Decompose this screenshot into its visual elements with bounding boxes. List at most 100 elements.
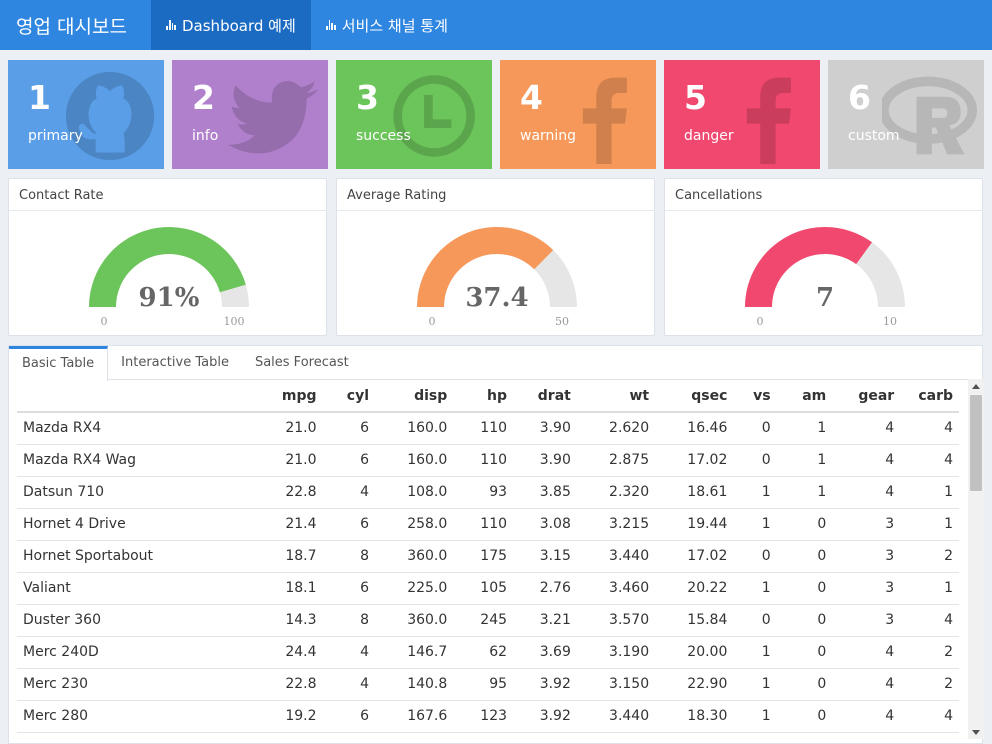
facebook-icon	[746, 77, 791, 164]
gauge-value: 91%	[139, 283, 200, 313]
valuebox-custom: 6 custom	[828, 60, 984, 169]
valuebox-warning: 4 warning	[500, 60, 656, 169]
cell-hp: 110	[453, 508, 514, 541]
table-scrollbar[interactable]	[968, 379, 984, 739]
cell-disp: 360.0	[375, 604, 454, 637]
tab-interactive-table[interactable]: Interactive Table	[108, 346, 242, 379]
table-row: Mazda RX4 Wag 21.0 6 160.0 110 3.90 2.875 17.02…	[17, 444, 959, 477]
top-navbar: 영업 대시보드 Dashboard 예제 서비스 채널 통계	[0, 0, 992, 50]
valuebox-info: 2 info	[172, 60, 328, 169]
cell-disp: 167.6	[375, 700, 454, 733]
cell-qsec: 20.22	[655, 572, 734, 605]
cell-gear: 3	[832, 572, 901, 605]
column-header-hp: hp	[453, 381, 514, 413]
bar-chart-icon	[166, 20, 176, 30]
valuebox-value: 5	[684, 78, 707, 117]
gauge-value: 7	[816, 283, 834, 313]
cell-cyl: 4	[322, 636, 376, 669]
gauge-card-average-rating: Average Rating 37.4 0 50	[336, 178, 655, 336]
row-name-cell: Hornet Sportabout	[17, 540, 275, 573]
cell-drat: 3.08	[513, 508, 577, 541]
cell-carb: 4	[900, 700, 959, 733]
card-title: Cancellations	[665, 179, 982, 211]
valuebox-label: success	[356, 128, 411, 144]
gauge-cancellations: 7 0 10	[745, 227, 905, 328]
cell-am: 0	[776, 668, 833, 701]
row-name-cell: Merc 230	[17, 668, 275, 701]
cell-wt: 3.440	[576, 700, 656, 733]
cell-qsec: 16.46	[655, 412, 734, 445]
cell-mpg: 24.4	[274, 636, 323, 669]
cell-vs: 0	[733, 540, 777, 573]
column-header-vs: vs	[733, 381, 777, 413]
cell-gear: 4	[832, 700, 901, 733]
cell-carb: 2	[900, 540, 959, 573]
cell-vs: 1	[733, 668, 777, 701]
cell-wt: 2.320	[576, 476, 656, 509]
valuebox-value: 1	[28, 78, 51, 117]
valuebox-value: 4	[520, 78, 543, 117]
tab-basic-table[interactable]: Basic Table	[9, 346, 109, 381]
gauge-average-rating: 37.4 0 50	[417, 227, 577, 328]
gauge-card-contact-rate: Contact Rate 91% 0 100	[8, 178, 327, 336]
column-header-carb: carb	[900, 381, 959, 413]
tabset-panel: Basic Table Interactive Table Sales Fore…	[8, 345, 984, 744]
cell-mpg: 18.1	[274, 572, 323, 605]
cell-gear: 4	[832, 444, 901, 477]
nav-tab-label: Dashboard 예제	[182, 16, 296, 35]
cell-drat: 2.76	[513, 572, 577, 605]
scrollbar-thumb[interactable]	[970, 395, 982, 491]
cell-vs: 1	[733, 508, 777, 541]
bar-chart-icon	[325, 20, 336, 30]
cell-drat: 3.85	[513, 476, 577, 509]
column-header-qsec: qsec	[655, 381, 734, 413]
table-row: Valiant 18.1 6 225.0 105 2.76 3.460 20.22 1 0 3 1	[17, 572, 959, 605]
table-row: Merc 280 19.2 6 167.6 123 3.92 3.440 18.30 1 0 4 4	[17, 700, 959, 733]
column-header-disp: disp	[375, 381, 454, 413]
column-header-name	[17, 381, 275, 413]
cell-vs: 1	[733, 700, 777, 733]
cell-am: 0	[776, 540, 833, 573]
cell-mpg: 22.8	[274, 476, 323, 509]
gauge-min-label: 0	[429, 315, 436, 328]
cell-drat: 3.92	[513, 668, 577, 701]
cell-gear: 4	[832, 636, 901, 669]
cell-cyl: 6	[322, 572, 376, 605]
cell-wt: 3.215	[576, 508, 656, 541]
cell-qsec: 19.44	[655, 508, 734, 541]
cell-hp: 110	[453, 444, 514, 477]
cell-am: 0	[776, 636, 833, 669]
cell-carb: 4	[900, 604, 959, 637]
card-title: Average Rating	[337, 179, 654, 211]
app-title[interactable]: 영업 대시보드	[0, 0, 151, 50]
cell-vs: 0	[733, 412, 777, 445]
cell-hp: 62	[453, 636, 514, 669]
cell-gear: 4	[832, 476, 901, 509]
cell-cyl: 6	[322, 508, 376, 541]
cell-qsec: 22.90	[655, 668, 734, 701]
table-scroll-area[interactable]: mpg cyl disp hp drat wt qsec vs am gear carb Mazda…	[17, 381, 959, 743]
nav-tab-channel-stats[interactable]: 서비스 채널 통계	[311, 0, 463, 50]
cell-cyl: 6	[322, 412, 376, 445]
cell-qsec: 18.61	[655, 476, 734, 509]
column-header-am: am	[776, 381, 833, 413]
nav-tab-dashboard[interactable]: Dashboard 예제	[151, 0, 311, 50]
table-row: Merc 240D 24.4 4 146.7 62 3.69 3.190 20.00 1 0 4 2	[17, 636, 959, 669]
scroll-up-arrow-icon[interactable]	[968, 379, 984, 393]
cell-mpg: 14.3	[274, 604, 323, 637]
cell-mpg: 21.0	[274, 444, 323, 477]
valuebox-label: primary	[28, 128, 83, 144]
scroll-down-arrow-icon[interactable]	[968, 725, 984, 739]
cell-qsec: 18.30	[655, 700, 734, 733]
tab-sales-forecast[interactable]: Sales Forecast	[242, 346, 362, 379]
cell-am: 0	[776, 700, 833, 733]
cell-mpg: 21.4	[274, 508, 323, 541]
cell-disp: 160.0	[375, 444, 454, 477]
cell-gear: 4	[832, 412, 901, 445]
facebook-icon	[582, 77, 627, 164]
cell-hp: 110	[453, 412, 514, 445]
row-name-cell: Merc 280	[17, 700, 275, 733]
cell-wt: 3.440	[576, 540, 656, 573]
cell-carb: 4	[900, 444, 959, 477]
cell-wt: 3.150	[576, 668, 656, 701]
